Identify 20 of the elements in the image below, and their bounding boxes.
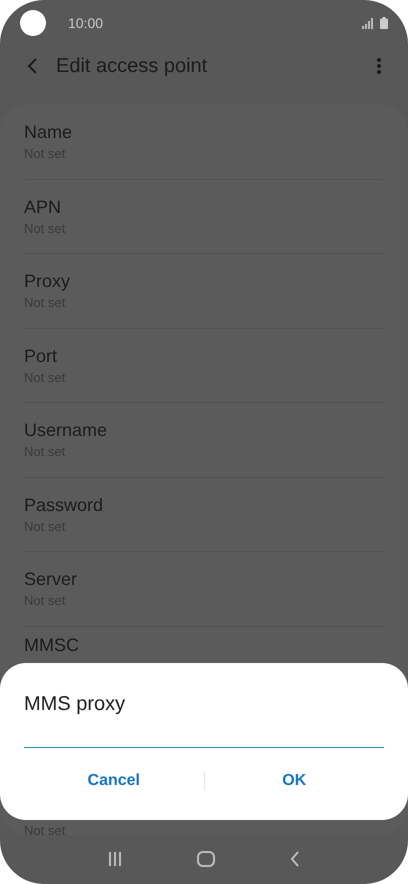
dialog-title: MMS proxy xyxy=(24,693,126,716)
dialog-button[interactable]: OK xyxy=(204,762,384,800)
setting-title[interactable]: APN xyxy=(24,196,384,218)
more-options-icon[interactable] xyxy=(376,57,382,75)
camera-hole xyxy=(20,10,46,36)
setting-title[interactable]: Proxy xyxy=(24,271,384,292)
setting-title[interactable]: Name xyxy=(24,122,384,144)
setting-title[interactable]: MMSC xyxy=(24,634,384,656)
dialog-button[interactable]: Cancel xyxy=(24,762,204,800)
back-nav-icon[interactable] xyxy=(289,851,301,867)
recent-apps-icon[interactable] xyxy=(107,851,123,867)
setting-title[interactable]: Password xyxy=(24,494,384,516)
signal-icon xyxy=(362,18,374,28)
status-time: 10:00 xyxy=(68,15,104,31)
screen-title: Edit access point xyxy=(56,54,208,78)
setting-title[interactable]: Server xyxy=(24,569,384,590)
setting-title[interactable]: Username xyxy=(24,420,384,442)
setting-title[interactable]: Port xyxy=(24,346,384,367)
battery-icon xyxy=(380,17,388,29)
home-icon[interactable] xyxy=(197,851,215,867)
